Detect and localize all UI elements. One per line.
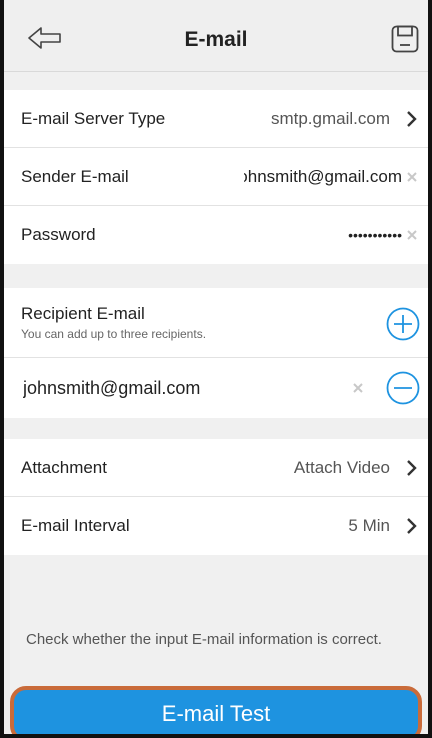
save-icon[interactable] bbox=[391, 25, 419, 53]
sender-email-label: Sender E-mail bbox=[21, 167, 129, 186]
recipient-email-input[interactable]: johnsmith@gmail.com bbox=[23, 358, 343, 418]
sender-email-row: Sender E-mail johnsmith@gmail.com bbox=[0, 148, 432, 206]
clear-icon[interactable] bbox=[405, 170, 419, 184]
add-recipient-button[interactable] bbox=[386, 307, 420, 341]
server-settings-section: E-mail Server Type smtp.gmail.com Sender… bbox=[0, 90, 432, 264]
recipient-label: Recipient E-mail bbox=[21, 304, 145, 323]
chevron-right-icon bbox=[407, 460, 417, 476]
chevron-right-icon bbox=[407, 111, 417, 127]
options-section: Attachment Attach Video E-mail Interval … bbox=[0, 439, 432, 555]
recipient-item-row: johnsmith@gmail.com bbox=[0, 358, 432, 418]
clear-icon[interactable] bbox=[351, 381, 365, 395]
attachment-label: Attachment bbox=[21, 458, 107, 477]
attachment-value: Attach Video bbox=[293, 458, 390, 477]
page-title: E-mail bbox=[184, 28, 248, 51]
email-interval-label: E-mail Interval bbox=[21, 516, 130, 535]
info-note: Check whether the input E-mail informati… bbox=[26, 631, 382, 648]
recipient-hint: You can add up to three recipients. bbox=[21, 327, 207, 341]
password-label: Password bbox=[21, 225, 96, 244]
server-type-row[interactable]: E-mail Server Type smtp.gmail.com bbox=[0, 90, 432, 148]
recipient-section: Recipient E-mail You can add up to three… bbox=[0, 288, 432, 418]
password-row: Password ••••••••••• bbox=[0, 206, 432, 264]
server-type-label: E-mail Server Type bbox=[21, 109, 166, 128]
attachment-row[interactable]: Attachment Attach Video bbox=[0, 439, 432, 497]
recipient-header-row: Recipient E-mail You can add up to three… bbox=[0, 288, 432, 358]
password-input[interactable]: ••••••••••• bbox=[290, 206, 402, 264]
email-interval-value: 5 Min bbox=[348, 516, 390, 535]
email-interval-row[interactable]: E-mail Interval 5 Min bbox=[0, 497, 432, 555]
chevron-right-icon bbox=[407, 518, 417, 534]
clear-icon[interactable] bbox=[405, 228, 419, 242]
remove-recipient-button[interactable] bbox=[386, 371, 420, 405]
sender-email-input[interactable]: johnsmith@gmail.com bbox=[244, 148, 402, 206]
server-type-value: smtp.gmail.com bbox=[270, 109, 390, 128]
email-test-button[interactable]: E-mail Test bbox=[10, 686, 422, 738]
header-bar: E-mail bbox=[0, 0, 432, 72]
